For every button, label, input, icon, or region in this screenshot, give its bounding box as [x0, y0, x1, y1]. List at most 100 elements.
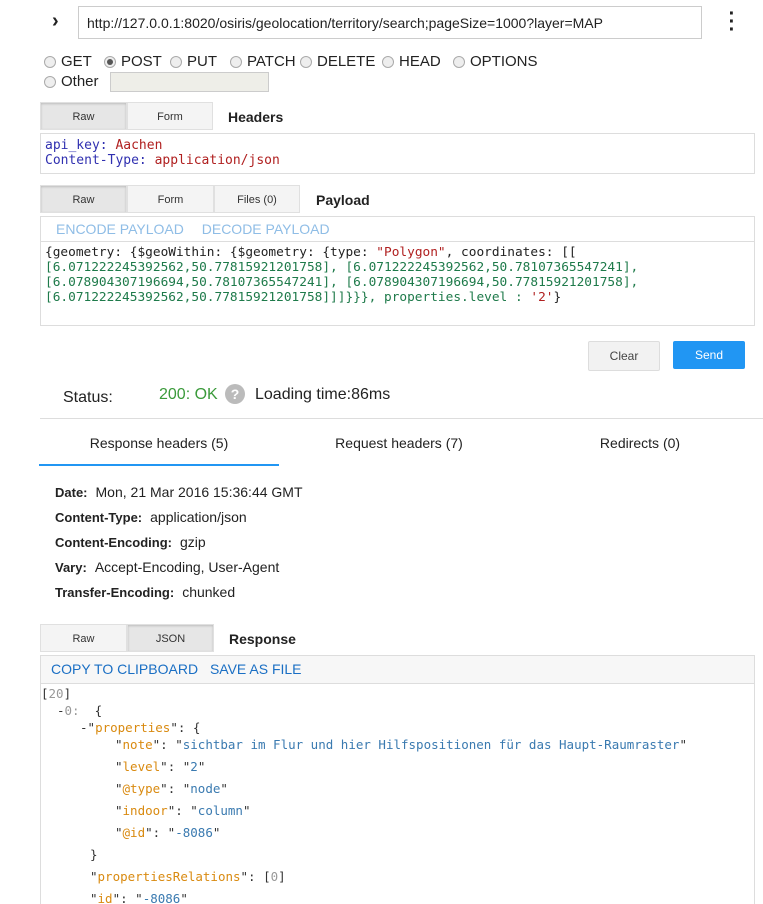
header-key: Content-Type:	[45, 153, 147, 168]
json-row: "indoor": "column"	[115, 803, 251, 818]
header-value: chunked	[182, 584, 236, 600]
header-value: Mon, 21 Mar 2016 15:36:44 GMT	[95, 484, 303, 500]
payload-text: , coordinates: [[	[445, 245, 577, 260]
chevron-right-icon[interactable]: ›	[52, 10, 59, 33]
header-value: application/json	[150, 509, 247, 525]
json-value: -8086	[142, 891, 181, 904]
response-header-row: Content-Type: application/json	[55, 509, 247, 525]
json-row: "id": "-8086"	[90, 891, 188, 904]
method-get[interactable]: GET	[44, 53, 92, 70]
method-put[interactable]: PUT	[170, 53, 217, 70]
more-vert-icon[interactable]: · · ·	[728, 4, 736, 40]
payload-tab-form[interactable]: Form	[127, 185, 214, 213]
payload-text: [6.071222245392562,50.77815921201758]]]}…	[45, 290, 531, 305]
method-label: PUT	[187, 53, 217, 70]
tab-indicator	[39, 464, 279, 466]
headers-tab-form[interactable]: Form	[127, 102, 213, 130]
json-row[interactable]: "propertiesRelations": [0]	[90, 869, 286, 884]
json-properties[interactable]: -"properties": {	[80, 720, 200, 735]
headers-title: Headers	[228, 109, 284, 125]
json-key: id	[97, 891, 113, 904]
method-head[interactable]: HEAD	[382, 53, 441, 70]
save-as-file-button[interactable]: SAVE AS FILE	[210, 661, 302, 677]
json-row: "@type": "node"	[115, 781, 228, 796]
clear-button[interactable]: Clear	[588, 341, 660, 371]
method-patch[interactable]: PATCH	[230, 53, 296, 70]
json-value: column	[197, 803, 243, 818]
header-name: Content-Type:	[55, 510, 143, 525]
response-tab-raw[interactable]: Raw	[40, 624, 127, 652]
index: 0:	[64, 703, 80, 718]
header-value: Accept-Encoding, User-Agent	[94, 559, 280, 575]
response-header-row: Transfer-Encoding: chunked	[55, 584, 235, 600]
headers-tab-raw[interactable]: Raw	[40, 102, 127, 130]
method-label: HEAD	[399, 53, 441, 70]
payload-text: [6.078904307196694,50.78107365547241], […	[45, 275, 639, 290]
rest-client: › http://127.0.0.1:8020/osiris/geolocati…	[0, 0, 763, 904]
payload-editor[interactable]: {geometry: {$geoWithin: {$geometry: {typ…	[41, 242, 754, 308]
json-key: note	[122, 737, 153, 752]
json-key: level	[122, 759, 161, 774]
encode-payload-button[interactable]: ENCODE PAYLOAD	[56, 221, 184, 237]
count: 20	[48, 686, 64, 701]
status-code: 200: OK	[159, 386, 218, 403]
payload-title: Payload	[316, 192, 370, 208]
url-input[interactable]: http://127.0.0.1:8020/osiris/geolocation…	[78, 6, 702, 39]
other-method-input[interactable]	[110, 72, 269, 92]
header-name: Transfer-Encoding:	[55, 585, 175, 600]
method-label: OPTIONS	[470, 53, 538, 70]
method-other[interactable]: Other	[44, 73, 99, 90]
payload-panel: ENCODE PAYLOAD DECODE PAYLOAD {geometry:…	[40, 216, 755, 326]
json-row: "@id": "-8086"	[115, 825, 221, 840]
json-key: indoor	[122, 803, 168, 818]
json-key: propertiesRelations	[97, 869, 241, 884]
json-value: -8086	[175, 825, 213, 840]
method-label: PATCH	[247, 53, 296, 70]
header-value: application/json	[154, 153, 280, 168]
help-icon[interactable]: ?	[225, 384, 245, 404]
payload-text: [6.071222245392562,50.77815921201758], […	[45, 260, 639, 275]
response-header-row: Content-Encoding: gzip	[55, 534, 206, 550]
headers-editor[interactable]: api_key: Aachen Content-Type: applicatio…	[40, 133, 755, 174]
payload-text: {geometry: {$geoWithin: {$geometry: {typ…	[45, 245, 377, 260]
response-header-row: Date: Mon, 21 Mar 2016 15:36:44 GMT	[55, 484, 303, 500]
tab-request-headers[interactable]: Request headers (7)	[279, 435, 519, 451]
method-post[interactable]: POST	[104, 53, 162, 70]
json-brace: }	[90, 847, 98, 862]
json-key: properties	[95, 720, 171, 735]
payload-tab-files[interactable]: Files (0)	[214, 185, 300, 213]
method-label: GET	[61, 53, 92, 70]
response-tab-json[interactable]: JSON	[127, 624, 214, 652]
header-name: Content-Encoding:	[55, 535, 172, 550]
response-title: Response	[229, 631, 296, 647]
header-name: Vary:	[55, 560, 87, 575]
json-value: sichtbar im Flur und hier Hilfspositione…	[182, 737, 680, 752]
response-panel: COPY TO CLIPBOARD SAVE AS FILE	[40, 655, 755, 904]
json-array-count[interactable]: [20]	[41, 686, 71, 701]
json-row: "note": "sichtbar im Flur und hier Hilfs…	[115, 737, 687, 752]
send-button[interactable]: Send	[673, 341, 745, 369]
tab-response-headers[interactable]: Response headers (5)	[39, 435, 279, 451]
json-key: @type	[122, 781, 161, 796]
count: 0	[270, 869, 279, 884]
method-label: DELETE	[317, 53, 376, 70]
header-value: gzip	[179, 534, 206, 550]
payload-text: '2'	[530, 290, 554, 305]
loading-time: Loading time:86ms	[255, 386, 391, 403]
payload-text: }	[553, 290, 562, 305]
json-row: "level": "2"	[115, 759, 206, 774]
decode-payload-button[interactable]: DECODE PAYLOAD	[202, 221, 330, 237]
header-value: Aachen	[115, 138, 163, 153]
method-delete[interactable]: DELETE	[300, 53, 375, 70]
copy-to-clipboard-button[interactable]: COPY TO CLIPBOARD	[51, 661, 198, 677]
header-name: Date:	[55, 485, 88, 500]
divider	[40, 418, 763, 419]
payload-tab-raw[interactable]: Raw	[40, 185, 127, 213]
json-key: @id	[122, 825, 146, 840]
payload-text: "Polygon"	[376, 245, 446, 260]
json-item-0[interactable]: -0: {	[57, 703, 102, 718]
method-label: POST	[121, 53, 162, 70]
tab-redirects[interactable]: Redirects (0)	[520, 435, 760, 451]
method-options[interactable]: OPTIONS	[453, 53, 538, 70]
json-value: 2	[190, 759, 198, 774]
